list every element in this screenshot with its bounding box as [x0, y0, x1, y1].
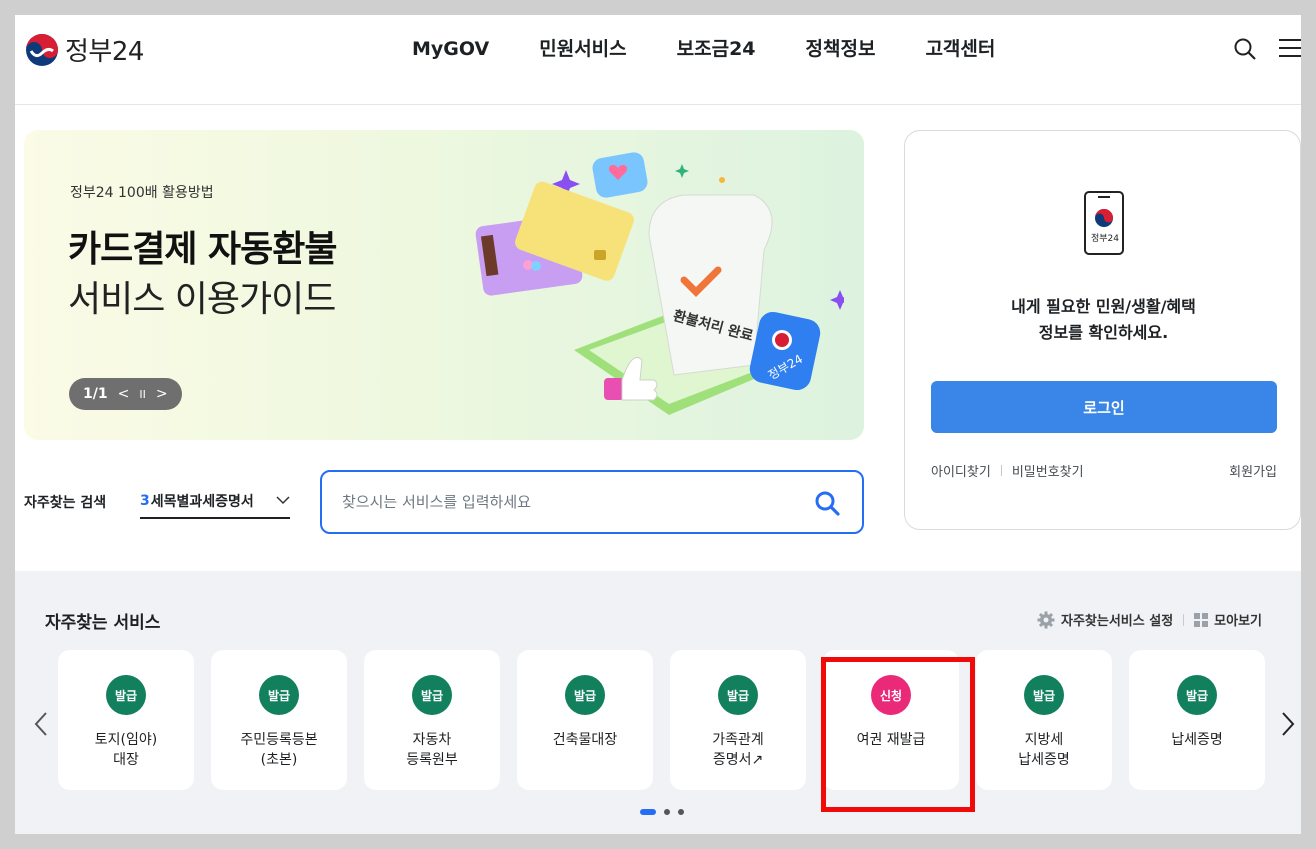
service-type-badge: 발급: [1177, 675, 1217, 715]
site-logo[interactable]: 정부24: [25, 31, 144, 68]
banner-page-count: 1/1: [83, 386, 108, 402]
login-message-line2: 정보를 확인하세요.: [1038, 323, 1169, 342]
signup-link[interactable]: 회원가입: [1229, 461, 1277, 480]
logo-text: 정부24: [65, 37, 144, 67]
carousel-next-icon[interactable]: [1279, 711, 1297, 737]
banner-title-bold: 카드결제 자동환불: [68, 229, 337, 270]
service-search-box: [320, 470, 864, 534]
service-search-input[interactable]: [342, 490, 782, 514]
search-icon[interactable]: [1233, 37, 1257, 61]
highlight-box: [821, 657, 975, 812]
service-type-badge: 발급: [718, 675, 758, 715]
login-button[interactable]: 로그인: [931, 381, 1277, 433]
find-id-link[interactable]: 아이디찾기: [931, 461, 991, 480]
nav-subsidy24[interactable]: 보조금24: [652, 37, 781, 61]
login-links: 아이디찾기 비밀번호찾기 회원가입: [931, 461, 1277, 480]
service-card-label: 지방세 납세증명: [1018, 732, 1070, 768]
service-type-badge: 발급: [1024, 675, 1064, 715]
login-message-line1: 내게 필요한 민원/생활/혜택: [1011, 297, 1196, 316]
carousel-dot[interactable]: [678, 809, 684, 815]
service-cards: 발급 토지(임야) 대장 발급 주민등록등본 (초본) 발급 자동차 등록원부 발급 건축물대…: [58, 650, 1265, 790]
service-card[interactable]: 발급자동차 등록원부: [364, 650, 500, 790]
service-card[interactable]: 발급건축물대장: [517, 650, 653, 790]
login-card: 정부24 내게 필요한 민원/생활/혜택 정보를 확인하세요. 로그인 아이디찾…: [904, 130, 1301, 530]
gear-icon: [1037, 611, 1055, 628]
service-card-label: 납세증명: [1171, 732, 1223, 748]
banner-illustration: 환불처리 완료 정부24: [475, 152, 844, 415]
service-card-label: 토지(임야) 대장: [94, 732, 158, 768]
divider: [1000, 465, 1002, 476]
service-card[interactable]: 발급주민등록등본 (초본): [211, 650, 347, 790]
search-icon[interactable]: [814, 490, 840, 516]
service-card-label: 건축물대장: [552, 732, 618, 748]
service-type-badge: 발급: [565, 675, 605, 715]
service-type-badge: 발급: [412, 675, 452, 715]
banner-title-light: 서비스 이용가이드: [68, 279, 336, 320]
grid-icon: [1194, 612, 1209, 627]
banner-pager: 1/1 < II >: [69, 378, 182, 410]
frequent-search-dropdown[interactable]: 3 세목별과세증명서: [140, 485, 290, 519]
favorite-services-settings-link[interactable]: 자주찾는서비스 설정: [1061, 610, 1173, 629]
service-card[interactable]: 발급토지(임야) 대장: [58, 650, 194, 790]
chevron-down-icon: [276, 496, 290, 505]
taegeuk-logo-icon: [26, 33, 58, 66]
nav-customer-center[interactable]: 고객센터: [900, 37, 1020, 61]
nav-policy-info[interactable]: 정책정보: [781, 37, 901, 61]
service-type-badge: 발급: [259, 675, 299, 715]
menu-icon[interactable]: [1279, 39, 1301, 59]
phone-logo-text: 정부24: [1091, 233, 1119, 244]
pause-icon[interactable]: II: [139, 388, 146, 401]
nav-civil-service[interactable]: 민원서비스: [514, 37, 651, 61]
services-tools: 자주찾는서비스 설정 모아보기: [1037, 610, 1262, 629]
nav-mygov[interactable]: MyGOV: [387, 37, 514, 61]
global-nav: MyGOV 민원서비스 보조금24 정책정보 고객센터: [387, 37, 1020, 61]
view-all-link[interactable]: 모아보기: [1214, 610, 1262, 629]
frequent-services-section: 자주찾는 서비스 자주찾는서비스 설정 모아보기 발급 토지(임야) 대장 발급 주민…: [15, 571, 1301, 834]
service-card-label: 가족관계 증명서↗: [712, 732, 764, 768]
carousel-prev-icon[interactable]: [32, 711, 50, 737]
frequent-search-label: 자주찾는 검색: [24, 495, 107, 511]
carousel-dot[interactable]: [664, 809, 670, 815]
browser-viewport: 정부24 MyGOV 민원서비스 보조금24 정책정보 고객센터 정부24 100배 활…: [15, 15, 1301, 834]
banner-eyebrow: 정부24 100배 활용방법: [70, 185, 214, 201]
service-card-label: 주민등록등본 (초본): [240, 732, 318, 768]
section-title: 자주찾는 서비스: [45, 613, 161, 633]
carousel-dots: [640, 809, 684, 815]
chevron-left-icon[interactable]: <: [118, 386, 130, 402]
phone-logo-icon: 정부24: [1084, 191, 1124, 255]
frequent-search-rank: 3: [140, 493, 150, 509]
promo-banner[interactable]: 정부24 100배 활용방법 카드결제 자동환불 서비스 이용가이드 1/1 <…: [24, 130, 864, 440]
divider: [1183, 613, 1185, 626]
chevron-right-icon[interactable]: >: [156, 386, 168, 402]
site-header: 정부24 MyGOV 민원서비스 보조금24 정책정보 고객센터: [15, 15, 1301, 105]
service-card[interactable]: 발급지방세 납세증명: [976, 650, 1112, 790]
carousel-dot-active[interactable]: [640, 809, 656, 815]
service-type-badge: 발급: [106, 675, 146, 715]
frequent-search-term: 세목별과세증명서: [150, 494, 254, 510]
find-password-link[interactable]: 비밀번호찾기: [1012, 461, 1084, 480]
service-card[interactable]: 발급가족관계 증명서↗: [670, 650, 806, 790]
service-card-label: 자동차 등록원부: [406, 732, 458, 768]
service-card[interactable]: 발급납세증명: [1129, 650, 1265, 790]
